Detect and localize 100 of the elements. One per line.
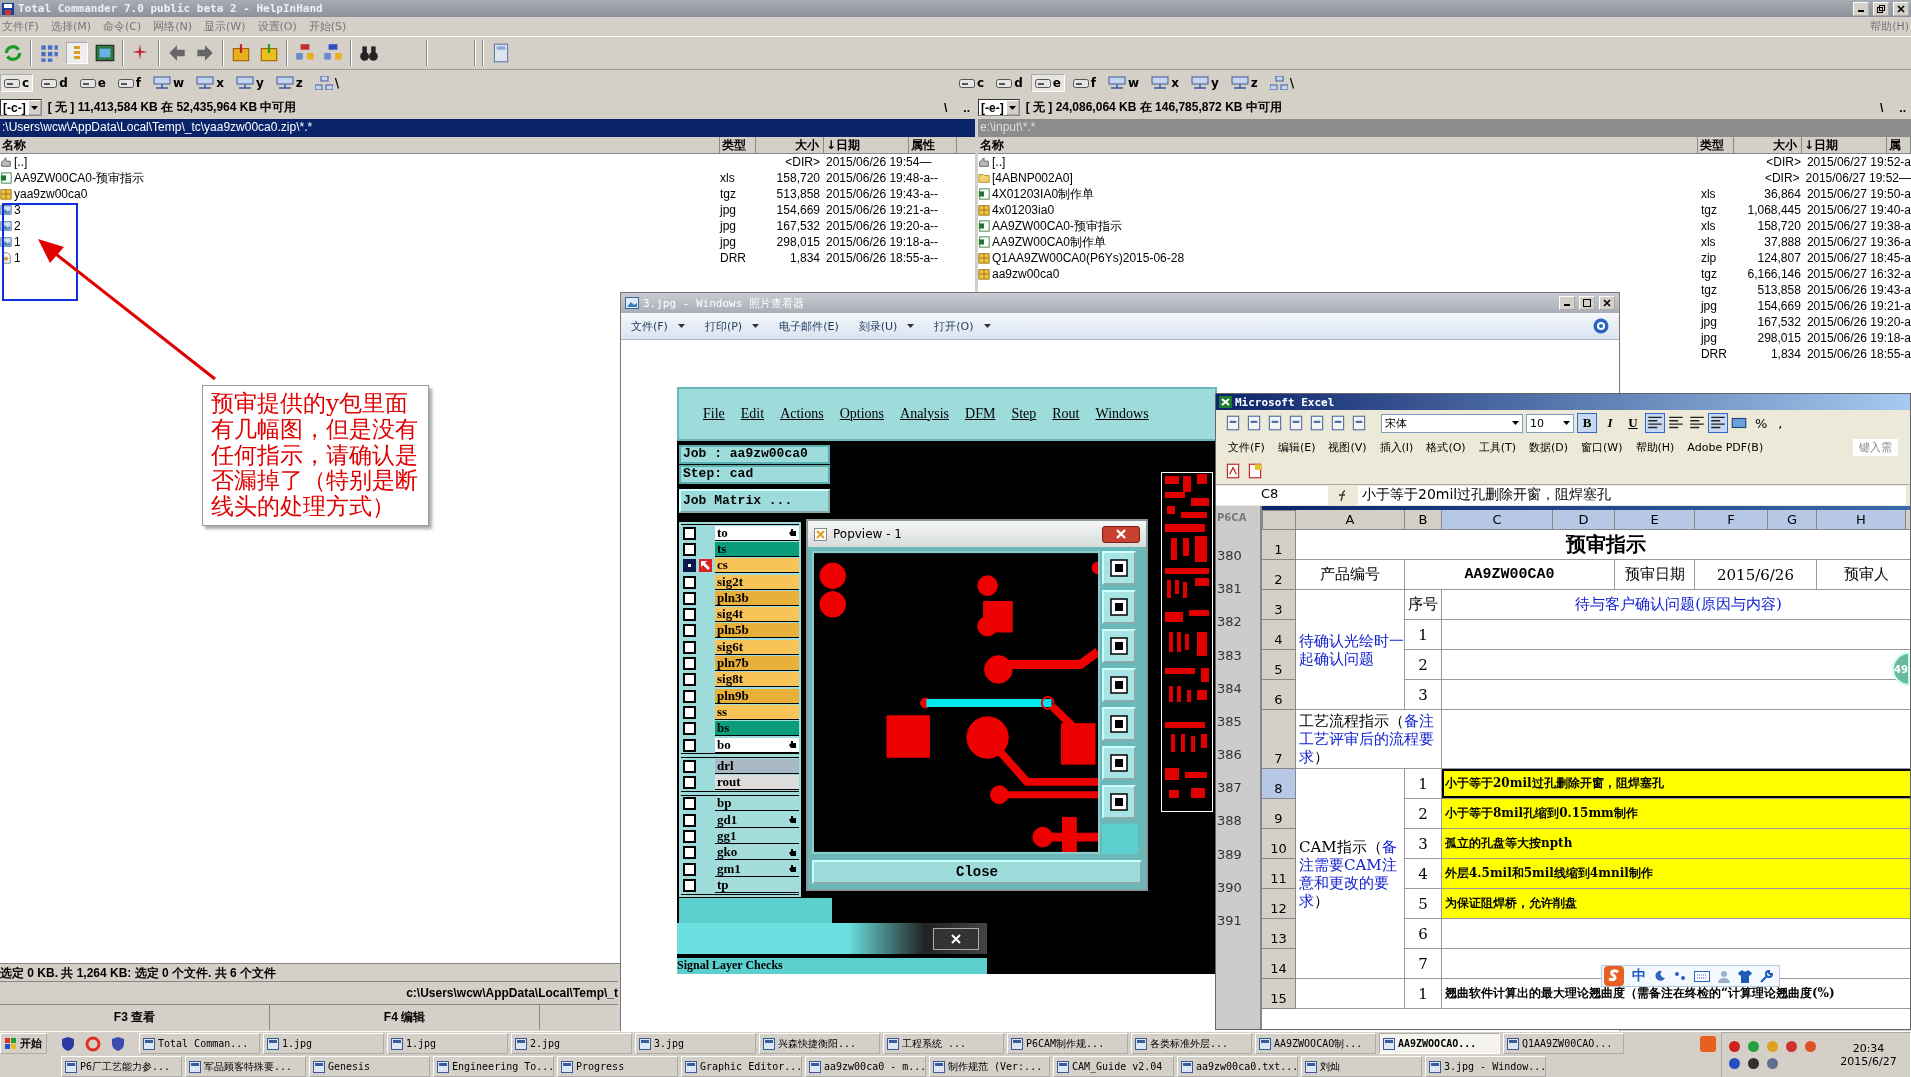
pdf-icon[interactable] bbox=[1246, 462, 1264, 480]
layer-name[interactable]: to bbox=[715, 525, 799, 541]
help-icon[interactable] bbox=[1593, 318, 1609, 334]
menu-item[interactable]: Edit bbox=[740, 406, 765, 422]
view-button[interactable] bbox=[1102, 707, 1136, 741]
layer-name[interactable]: bp bbox=[715, 796, 799, 812]
checkbox[interactable] bbox=[683, 797, 696, 811]
checkbox[interactable] bbox=[683, 705, 696, 719]
taskbar-button[interactable]: 3.jpg bbox=[635, 1033, 756, 1054]
column-header[interactable]: C bbox=[1442, 510, 1553, 530]
layer-name[interactable]: sig2t bbox=[715, 574, 799, 590]
drive-button[interactable]: c bbox=[0, 74, 34, 92]
drive-button[interactable]: d bbox=[37, 74, 72, 92]
column-header[interactable]: A bbox=[1296, 510, 1405, 530]
checkbox[interactable] bbox=[683, 759, 696, 773]
drive-button[interactable]: f bbox=[113, 74, 146, 92]
file-name[interactable]: 1 bbox=[14, 235, 21, 249]
font-size-dropdown[interactable]: 10 bbox=[1526, 413, 1574, 433]
preview-icon[interactable] bbox=[1350, 414, 1368, 432]
row-header[interactable]: 3 bbox=[1262, 590, 1296, 620]
taskbar-button[interactable]: aa9zw00ca0.txt... bbox=[1177, 1056, 1298, 1077]
taskbar-button[interactable]: 1.jpg bbox=[387, 1033, 508, 1054]
number-format-button[interactable]: , bbox=[1774, 415, 1787, 431]
taskbar-button[interactable]: 2.jpg bbox=[511, 1033, 632, 1054]
new-file-icon[interactable] bbox=[1224, 414, 1242, 432]
checkbox[interactable] bbox=[683, 738, 696, 752]
file-name[interactable]: yaa9zw00ca0 bbox=[14, 187, 88, 201]
number-format-button[interactable]: % bbox=[1751, 415, 1772, 431]
checkbox[interactable] bbox=[683, 689, 696, 703]
taskbar-button[interactable]: P6CAM制作规... bbox=[1007, 1033, 1128, 1054]
wrench-icon[interactable] bbox=[1760, 969, 1773, 983]
layer-name[interactable]: bs bbox=[715, 721, 799, 737]
column-header[interactable]: ↓日期 bbox=[1802, 137, 1887, 153]
taskbar-button[interactable]: 工程系统 ... bbox=[883, 1033, 1004, 1054]
punctuation-icon[interactable] bbox=[1674, 970, 1686, 982]
checkbox[interactable] bbox=[683, 830, 696, 843]
view-button[interactable] bbox=[1102, 785, 1136, 819]
drive-button[interactable]: f bbox=[1068, 74, 1101, 92]
root-button[interactable]: \ bbox=[1875, 100, 1889, 115]
format-button[interactable]: I bbox=[1600, 413, 1620, 433]
menu-item[interactable]: 窗口(W) bbox=[1581, 439, 1623, 455]
column-header[interactable]: 大小 bbox=[756, 137, 824, 153]
column-header[interactable]: 属 bbox=[1887, 137, 1911, 153]
drive-button[interactable]: e bbox=[1030, 74, 1065, 92]
checkbox[interactable] bbox=[683, 878, 696, 892]
menu-item[interactable]: Adobe PDF(B) bbox=[1687, 440, 1764, 454]
drive-button[interactable]: d bbox=[992, 74, 1027, 92]
layer-name[interactable]: ts bbox=[715, 541, 799, 557]
row-header[interactable]: 2 bbox=[1262, 560, 1296, 590]
drive-button[interactable]: x bbox=[1147, 74, 1183, 92]
layer-name[interactable]: tp bbox=[715, 877, 799, 893]
file-name[interactable]: AA9ZW00CA0-预审指示 bbox=[14, 169, 145, 187]
taskbar-button[interactable]: Total Comman... bbox=[139, 1033, 260, 1054]
menu-item[interactable]: Options bbox=[839, 406, 885, 422]
drive-button[interactable]: z bbox=[1226, 74, 1262, 92]
file-name[interactable]: [4ABNP002A0] bbox=[992, 171, 1073, 185]
layer-name[interactable]: gg1 bbox=[715, 829, 799, 844]
menu-item[interactable]: DFM bbox=[965, 406, 996, 422]
row-header[interactable]: 10 bbox=[1262, 829, 1296, 859]
menu-item[interactable]: 数据(D) bbox=[1528, 439, 1569, 455]
taskbar-button[interactable]: CAM_Guide v2.04 bbox=[1053, 1056, 1174, 1077]
taskbar-button[interactable]: P6厂工艺能力参... bbox=[61, 1056, 182, 1077]
start-button[interactable]: 开始 bbox=[0, 1033, 47, 1054]
close-button[interactable] bbox=[1102, 525, 1140, 543]
column-header[interactable]: 名称 bbox=[0, 137, 720, 153]
column-header[interactable]: 属性 bbox=[909, 137, 957, 153]
checkbox[interactable] bbox=[683, 542, 696, 556]
drive-button[interactable]: y bbox=[231, 74, 268, 92]
swirl-icon[interactable] bbox=[85, 1035, 101, 1052]
checkbox[interactable] bbox=[683, 813, 696, 827]
checkbox[interactable] bbox=[683, 846, 696, 860]
grid-icon[interactable] bbox=[38, 42, 60, 64]
column-header[interactable]: D bbox=[1553, 510, 1615, 530]
layer-name[interactable]: sig8t bbox=[715, 672, 799, 688]
checkbox[interactable] bbox=[683, 722, 696, 736]
view-button[interactable] bbox=[1102, 629, 1136, 663]
parent-button[interactable]: .. bbox=[1894, 100, 1911, 115]
taskbar-button[interactable]: 制作规范 (Ver:... bbox=[929, 1056, 1050, 1077]
drive-dropdown[interactable]: [-e-] bbox=[978, 99, 1020, 116]
row-header[interactable]: 12 bbox=[1262, 889, 1296, 919]
taskbar-button[interactable]: 刘灿 bbox=[1301, 1056, 1422, 1077]
taskbar-button[interactable]: Genesis bbox=[309, 1056, 430, 1077]
checkbox[interactable] bbox=[683, 862, 696, 876]
drive-button[interactable]: y bbox=[1186, 74, 1223, 92]
row-header[interactable]: 13 bbox=[1262, 919, 1296, 949]
column-header[interactable]: 大小 bbox=[1734, 137, 1802, 153]
menu-item[interactable]: 帮助(H) bbox=[1635, 439, 1675, 455]
menu-item[interactable]: 文件(F) bbox=[1228, 439, 1265, 455]
layer-name[interactable]: gko bbox=[715, 845, 799, 861]
maximize-button[interactable] bbox=[1579, 296, 1595, 310]
checkbox[interactable] bbox=[683, 657, 696, 670]
checkbox[interactable] bbox=[683, 575, 696, 589]
layer-name[interactable]: gd1 bbox=[715, 812, 799, 828]
row-header[interactable]: 7 bbox=[1262, 710, 1296, 769]
layer-name[interactable]: pln7b bbox=[715, 656, 799, 671]
align-icon[interactable] bbox=[1646, 414, 1664, 432]
input-mode-text[interactable]: 中 bbox=[1632, 967, 1646, 985]
column-header[interactable]: H bbox=[1817, 510, 1906, 530]
layer-name[interactable]: gm1 bbox=[715, 861, 799, 877]
column-header[interactable]: F bbox=[1695, 510, 1768, 530]
